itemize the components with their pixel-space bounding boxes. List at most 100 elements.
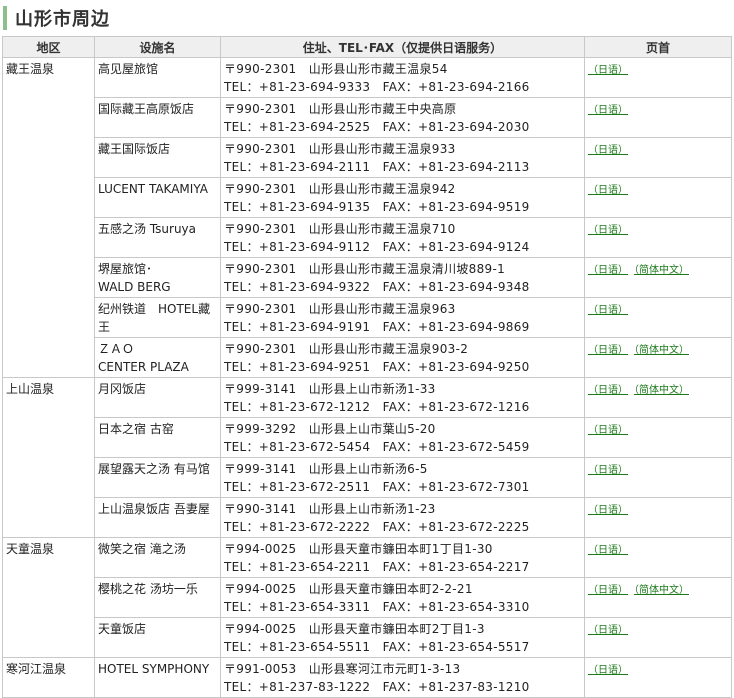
postal-address: 〒999-3292 山形县上山市葉山5-20	[224, 422, 436, 436]
facility-name-line: 藏王国际饭店	[98, 142, 171, 156]
tel-fax: TEL：+81-23-694-2111 FAX：+81-23-694-2113	[224, 160, 530, 174]
table-row: 纪州铁道 HOTEL藏王〒990-2301 山形县山形市藏王温泉963 TEL：+…	[3, 297, 732, 338]
homepage-link-japanese[interactable]: （日语）	[588, 65, 628, 76]
facility-table: 地区 设施名 住址、TEL･FAX（仅提供日语服务） 页首 藏王温泉 高见屋旅馆〒…	[2, 36, 732, 698]
homepage-link-japanese[interactable]: （日语）	[588, 625, 628, 636]
tel-fax: TEL：+81-23-654-5511 FAX：+81-23-654-5517	[224, 640, 530, 654]
address-cell: 〒990-2301 山形县山形市藏王温泉963 TEL：+81-23-694-91…	[220, 297, 585, 338]
facility-name-line: 展望露天之汤 有马馆	[98, 462, 210, 476]
address-cell: 〒994-0025 山形县天童市鐮田本町2-2-21 TEL：+81-23-654…	[220, 577, 585, 618]
address-cell: 〒999-3292 山形县上山市葉山5-20 TEL：+81-23-672-545…	[220, 417, 585, 458]
homepage-cell: （日语）	[584, 297, 732, 338]
table-row: 展望露天之汤 有马馆 〒999-3141 山形县上山市新汤6-5 TEL：+81-2…	[3, 457, 732, 498]
table-row: 寒河江温泉 HOTEL SYMPHONY 〒991-0053 山形县寒河江市元町1-…	[2, 657, 732, 698]
homepage-cell: （日语）	[584, 177, 732, 218]
facility-name-line: WALD BERG	[98, 280, 171, 294]
homepage-cell: （日语） （简体中文）	[584, 377, 732, 418]
table-row: 堺屋旅馆･ WALD BERG 〒990-2301 山形县山形市藏王温泉清川坡889…	[3, 257, 732, 298]
area-cell: 寒河江温泉	[2, 657, 95, 698]
facility-name-cell: 上山温泉饭店 吾妻屋	[94, 497, 221, 538]
facility-name-cell: 天童饭店	[94, 617, 221, 658]
table-row: 藏王国际饭店 〒990-2301 山形县山形市藏王温泉933 TEL：+81-23-…	[3, 137, 732, 178]
homepage-link-chinese[interactable]: （简体中文）	[634, 265, 689, 276]
tel-fax: TEL：+81-23-672-5454 FAX：+81-23-672-5459	[224, 440, 530, 454]
facility-name-cell: 五感之汤 Tsuruya	[94, 217, 221, 258]
table-row: 上山温泉饭店 吾妻屋 〒990-3141 山形县上山市新汤1-23 TEL：+81-…	[3, 497, 732, 538]
facility-name-line: LUCENT TAKAMIYA	[98, 182, 208, 196]
homepage-cell: （日语）	[584, 537, 732, 578]
page-title: 山形市周边	[15, 9, 110, 30]
tel-fax: TEL：+81-23-654-3311 FAX：+81-23-654-3310	[224, 600, 530, 614]
postal-address: 〒990-2301 山形县山形市藏王温泉942	[224, 182, 456, 196]
homepage-cell: （日语） （简体中文）	[584, 337, 732, 378]
tel-fax: TEL：+81-23-672-2222 FAX：+81-23-672-2225	[224, 520, 530, 534]
title-accent-bar	[3, 6, 7, 30]
facility-name-line: 堺屋旅馆･	[98, 262, 153, 276]
homepage-link-chinese[interactable]: （简体中文）	[634, 585, 689, 596]
postal-address: 〒999-3141 山形县上山市新汤6-5	[224, 462, 428, 476]
table-row: 日本之宿 古窑 〒999-3292 山形县上山市葉山5-20 TEL：+81-23-…	[3, 417, 732, 458]
homepage-link-japanese[interactable]: （日语）	[588, 425, 628, 436]
tel-fax: TEL：+81-23-672-2511 FAX：+81-23-672-7301	[224, 480, 530, 494]
homepage-link-japanese[interactable]: （日语）	[588, 465, 628, 476]
facility-name-line: 上山温泉饭店 吾妻屋	[98, 502, 210, 516]
tel-fax: TEL：+81-23-694-9251 FAX：+81-23-694-9250	[224, 360, 530, 374]
address-cell: 〒991-0053 山形县寒河江市元町1-3-13 TEL：+81-237-83-…	[220, 657, 585, 698]
postal-address: 〒990-2301 山形县山形市藏王温泉903-2	[224, 342, 469, 356]
table-row: 国际藏王高原饭店 〒990-2301 山形县山形市藏王中央高原 TEL：+81-23…	[3, 97, 732, 138]
homepage-link-chinese[interactable]: （简体中文）	[634, 345, 689, 356]
homepage-link-japanese[interactable]: （日语）	[588, 665, 628, 676]
facility-name-cell: 纪州铁道 HOTEL藏王	[94, 297, 221, 338]
tel-fax: TEL：+81-23-694-9322 FAX：+81-23-694-9348	[224, 280, 530, 294]
homepage-link-japanese[interactable]: （日语）	[588, 225, 628, 236]
facility-name-cell: LUCENT TAKAMIYA	[94, 177, 221, 218]
homepage-link-japanese[interactable]: （日语）	[588, 545, 628, 556]
homepage-link-japanese[interactable]: （日语）	[588, 185, 628, 196]
facility-name-cell: 国际藏王高原饭店	[94, 97, 221, 138]
postal-address: 〒990-2301 山形县山形市藏王中央高原	[224, 102, 457, 116]
homepage-cell: （日语）	[584, 57, 732, 98]
facility-name-line: ＺＡＯ	[98, 342, 135, 356]
homepage-link-japanese[interactable]: （日语）	[588, 505, 628, 516]
postal-address: 〒990-2301 山形县山形市藏王温泉54	[224, 62, 448, 76]
facility-name-cell: 日本之宿 古窑	[94, 417, 221, 458]
table-row: ＺＡＯ CENTER PLAZA 〒990-2301 山形县山形市藏王温泉903-2…	[3, 337, 732, 378]
homepage-link-japanese[interactable]: （日语）	[588, 105, 628, 116]
facility-name-cell: 藏王国际饭店	[94, 137, 221, 178]
homepage-link-japanese[interactable]: （日语）	[588, 385, 628, 396]
postal-address: 〒990-2301 山形县山形市藏王温泉933	[224, 142, 456, 156]
homepage-link-japanese[interactable]: （日语）	[588, 265, 628, 276]
facility-name-line: CENTER PLAZA	[98, 360, 189, 374]
homepage-cell: （日语）	[584, 617, 732, 658]
homepage-cell: （日语） （简体中文）	[584, 257, 732, 298]
homepage-link-japanese[interactable]: （日语）	[588, 585, 628, 596]
tel-fax: TEL：+81-23-694-9112 FAX：+81-23-694-9124	[224, 240, 530, 254]
homepage-link-japanese[interactable]: （日语）	[588, 305, 628, 316]
address-cell: 〒999-3141 山形县上山市新汤1-33 TEL：+81-23-672-121…	[220, 377, 585, 418]
postal-address: 〒994-0025 山形县天童市鐮田本町2-2-21	[224, 582, 473, 596]
table-row: 上山温泉 月冈饭店 〒999-3141 山形县上山市新汤1-33 TEL：+81-23…	[2, 377, 732, 538]
postal-address: 〒991-0053 山形县寒河江市元町1-3-13	[224, 662, 461, 676]
facility-name-cell: 樱桃之花 汤坊一乐	[94, 577, 221, 618]
table-row: 天童温泉 微笑之宿 滝之汤 〒994-0025 山形县天童市鐮田本町1丁目1-30 T…	[2, 537, 732, 658]
tel-fax: TEL：+81-23-654-2211 FAX：+81-23-654-2217	[224, 560, 530, 574]
homepage-link-chinese[interactable]: （简体中文）	[634, 385, 689, 396]
facility-name-cell: 月冈饭店	[94, 377, 221, 418]
homepage-cell: （日语）	[584, 137, 732, 178]
table-row: 五感之汤 Tsuruya 〒990-2301 山形县山形市藏王温泉710 TEL：+…	[3, 217, 732, 258]
homepage-link-japanese[interactable]: （日语）	[588, 345, 628, 356]
address-cell: 〒990-2301 山形县山形市藏王温泉54 TEL：+81-23-694-933…	[220, 57, 585, 98]
tel-fax: TEL：+81-237-83-1222 FAX：+81-237-83-1210	[224, 680, 530, 694]
page-title-bar: 山形市周边	[0, 0, 734, 36]
tel-fax: TEL：+81-23-694-9135 FAX：+81-23-694-9519	[224, 200, 530, 214]
area-cell: 藏王温泉	[2, 57, 95, 378]
header-address: 住址、TEL･FAX（仅提供日语服务）	[220, 36, 585, 58]
postal-address: 〒990-3141 山形县上山市新汤1-23	[224, 502, 436, 516]
address-cell: 〒990-2301 山形县山形市藏王中央高原 TEL：+81-23-694-252…	[220, 97, 585, 138]
homepage-cell: （日语）	[584, 97, 732, 138]
address-cell: 〒990-2301 山形县山形市藏王温泉清川坡889-1 TEL：+81-23-6…	[220, 257, 585, 298]
homepage-cell: （日语） （简体中文）	[584, 577, 732, 618]
address-cell: 〒990-2301 山形县山形市藏王温泉942 TEL：+81-23-694-91…	[220, 177, 585, 218]
postal-address: 〒999-3141 山形县上山市新汤1-33	[224, 382, 436, 396]
homepage-link-japanese[interactable]: （日语）	[588, 145, 628, 156]
